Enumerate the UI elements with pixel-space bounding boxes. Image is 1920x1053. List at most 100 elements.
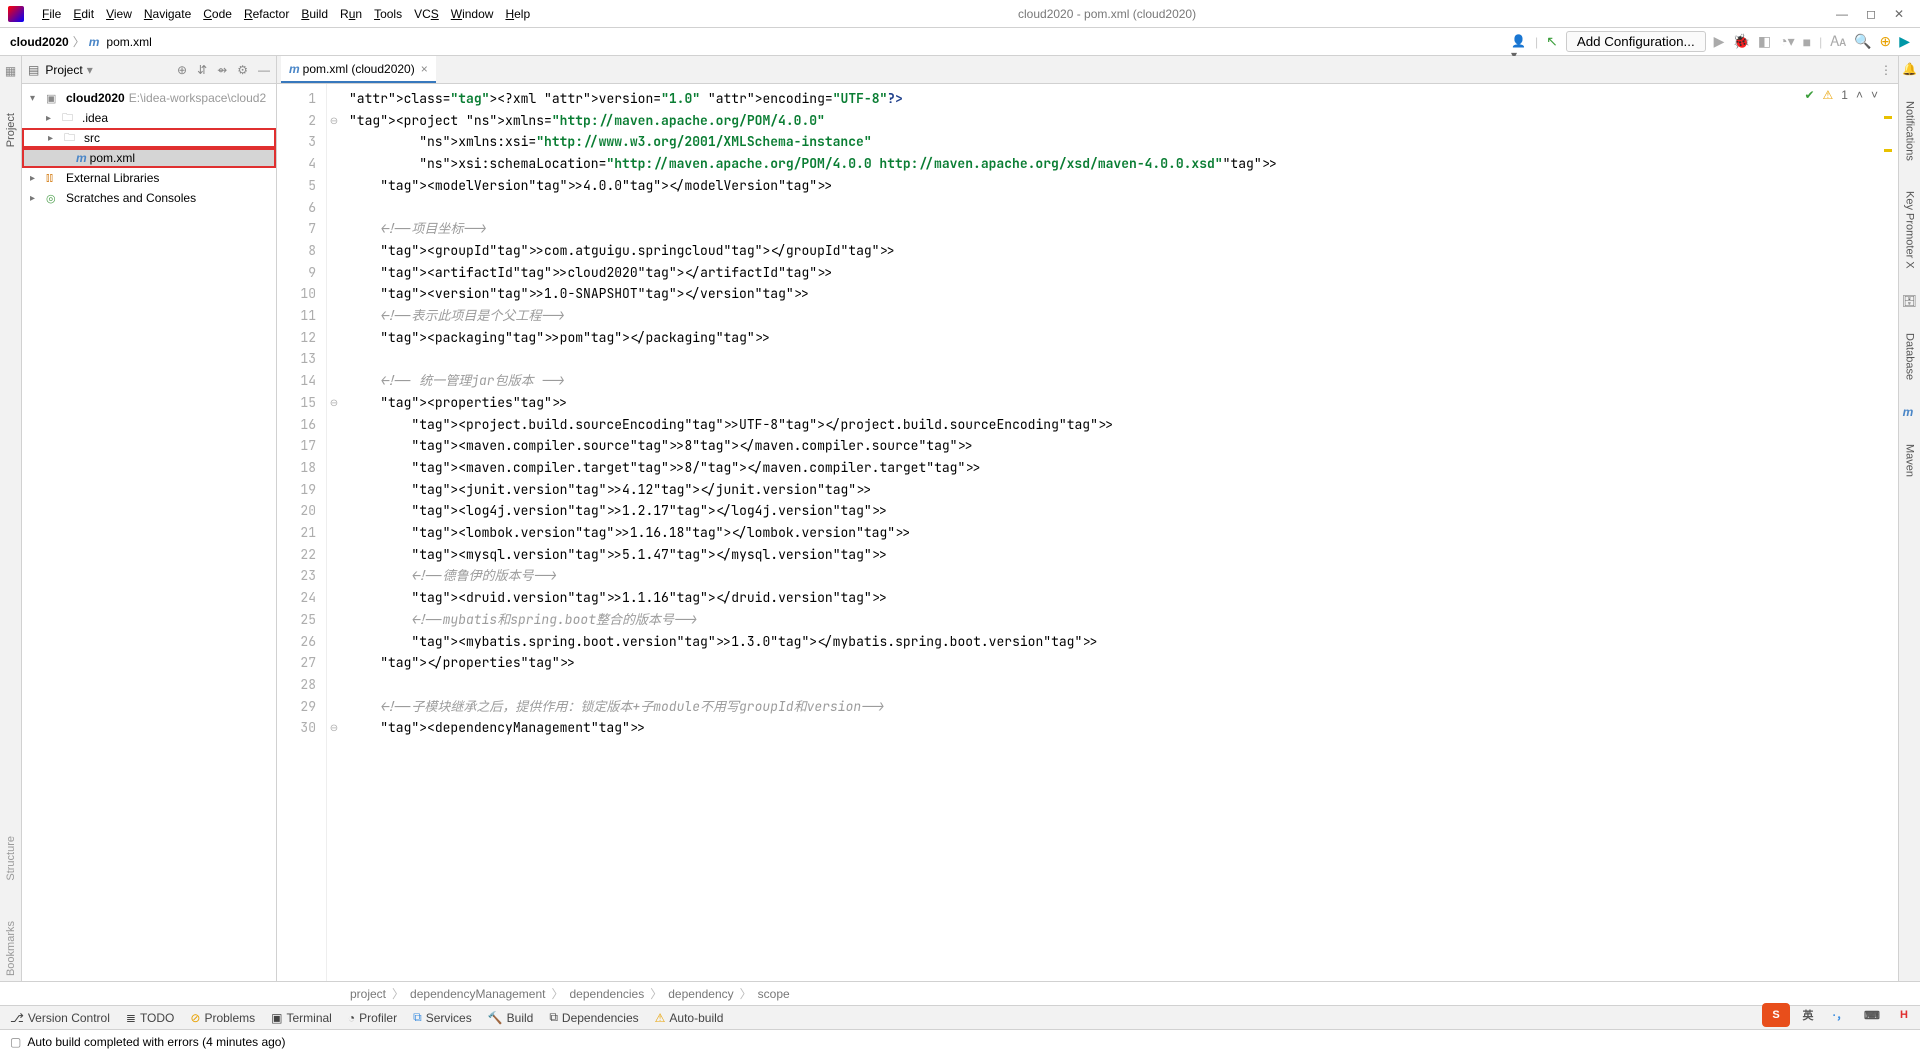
fold-gutter[interactable]: ⊖⊖⊖ — [327, 84, 341, 981]
profile-icon[interactable]: ◔▾ — [1779, 33, 1794, 50]
ime-tray: S 英 ·， ⌨ H — [1762, 1003, 1918, 1027]
tab-notifications[interactable]: Notifications — [1904, 96, 1916, 166]
tree-pom[interactable]: m pom.xml — [22, 148, 276, 168]
run-icon[interactable]: ▶ — [1714, 33, 1725, 50]
tab-keypromoter[interactable]: Key Promoter X — [1904, 186, 1916, 274]
project-title[interactable]: Project — [45, 63, 82, 77]
tab-close-icon[interactable]: × — [421, 62, 428, 76]
tool-problems[interactable]: ⊘Problems — [190, 1011, 255, 1025]
expand-all-icon[interactable]: ⇵ — [197, 63, 207, 77]
select-opened-icon[interactable]: ⊕ — [177, 63, 187, 77]
minimize-icon[interactable]: — — [1836, 7, 1848, 21]
nav-project[interactable]: project — [350, 987, 386, 1001]
nav-deps[interactable]: dependencies — [570, 987, 645, 1001]
menu-code[interactable]: Code — [197, 5, 238, 23]
menu-bar: File Edit View Navigate Code Refactor Bu… — [0, 0, 1920, 28]
tree-src-label: src — [84, 131, 100, 145]
settings-icon[interactable]: ⚙ — [237, 63, 248, 77]
project-panel: ▤ Project ▾ ⊕ ⇵ ⇴ ⚙ — ▾ ▣ cloud2020 E:\i… — [22, 56, 277, 981]
hide-icon[interactable]: — — [258, 63, 270, 77]
status-message: Auto build completed with errors (4 minu… — [27, 1035, 285, 1049]
status-bar: ▢ Auto build completed with errors (4 mi… — [0, 1029, 1920, 1053]
project-dropdown-icon[interactable]: ▾ — [87, 63, 93, 77]
tray-kbd-icon[interactable]: ⌨ — [1858, 1003, 1886, 1027]
tool-autobuild[interactable]: ⚠Auto-build — [655, 1011, 724, 1025]
tab-structure[interactable]: Structure — [5, 831, 17, 886]
tool-profiler[interactable]: ◔Profiler — [348, 1011, 397, 1025]
close-icon[interactable]: ✕ — [1894, 7, 1904, 21]
updates-icon[interactable]: ⊕ — [1879, 33, 1891, 50]
chevron-right-icon[interactable]: ▸ — [30, 193, 42, 204]
project-header: ▤ Project ▾ ⊕ ⇵ ⇴ ⚙ — — [22, 56, 276, 84]
maximize-icon[interactable]: ◻ — [1866, 7, 1876, 21]
tray-punct-icon[interactable]: ·， — [1826, 1003, 1854, 1027]
tab-maven[interactable]: Maven — [1904, 439, 1916, 482]
add-configuration-button[interactable]: Add Configuration... — [1566, 31, 1706, 52]
chevron-right-icon[interactable]: ▸ — [30, 173, 42, 184]
tree-idea[interactable]: ▸ 🗀 .idea — [22, 108, 276, 128]
project-view-icon: ▤ — [28, 63, 39, 77]
check-icon: ✔ — [1804, 88, 1814, 102]
menu-run[interactable]: Run — [334, 5, 368, 23]
chevron-right-icon[interactable]: ▸ — [48, 133, 60, 144]
menu-file[interactable]: File — [36, 5, 67, 23]
menu-refactor[interactable]: Refactor — [238, 5, 295, 23]
maven-file-icon: m — [76, 151, 87, 165]
nav-scope[interactable]: scope — [758, 987, 790, 1001]
coverage-icon[interactable]: ◧ — [1758, 33, 1771, 50]
menu-view[interactable]: View — [100, 5, 138, 23]
app-icon — [8, 6, 24, 22]
tool-terminal[interactable]: ▣Terminal — [271, 1011, 332, 1025]
tool-version-control[interactable]: ⎇Version Control — [10, 1011, 110, 1025]
tree-scratches[interactable]: ▸ ◎ Scratches and Consoles — [22, 188, 276, 208]
tree-idea-label: .idea — [82, 111, 108, 125]
tray-lang[interactable]: 英 — [1794, 1003, 1822, 1027]
user-icon[interactable]: 👤▾ — [1511, 34, 1527, 50]
search-icon[interactable]: 🔍 — [1854, 33, 1871, 50]
menu-edit[interactable]: Edit — [67, 5, 100, 23]
code-editor[interactable]: 1234567891011121314151617181920212223242… — [277, 84, 1898, 981]
code-content[interactable]: "attr">class="tag"><?xml "attr">version=… — [341, 84, 1898, 981]
ide-icon[interactable]: ▶ — [1899, 33, 1910, 50]
translate-icon[interactable]: 🗛 — [1830, 33, 1846, 50]
tool-todo[interactable]: ≣TODO — [126, 1011, 175, 1025]
maven-tool-icon[interactable]: m — [1903, 405, 1914, 419]
folder-icon: 🗀 — [62, 109, 78, 128]
editor-tab-pom[interactable]: m pom.xml (cloud2020) × — [281, 56, 436, 83]
down-icon[interactable]: ˅ — [1871, 88, 1878, 102]
editor-inspection[interactable]: ✔ ⚠ 1 ˄ ˅ — [1804, 88, 1878, 102]
tool-services[interactable]: ⧉Services — [413, 1010, 472, 1025]
tab-menu-icon[interactable]: ⋮ — [1880, 63, 1892, 77]
database-icon[interactable]: 🗄 — [1902, 294, 1917, 308]
tree-src[interactable]: ▸ 🗀 src — [22, 128, 276, 148]
tree-root[interactable]: ▾ ▣ cloud2020 E:\idea-workspace\cloud2 — [22, 88, 276, 108]
editor-area: m pom.xml (cloud2020) × ⋮ ✔ ⚠ 1 ˄ ˅ 1234… — [277, 56, 1898, 981]
menu-build[interactable]: Build — [295, 5, 334, 23]
breadcrumb-project[interactable]: cloud2020 — [10, 35, 69, 49]
stop-icon[interactable]: ■ — [1803, 34, 1811, 50]
tray-h-icon[interactable]: H — [1890, 1003, 1918, 1027]
nav-depmgmt[interactable]: dependencyManagement — [410, 987, 545, 1001]
breadcrumb-sep: 〉 — [73, 33, 85, 50]
up-icon[interactable]: ˄ — [1856, 88, 1863, 102]
left-bar-icon[interactable]: ▦ — [5, 64, 16, 78]
collapse-all-icon[interactable]: ⇴ — [217, 63, 227, 77]
status-icon[interactable]: ▢ — [10, 1035, 21, 1049]
tool-dependencies[interactable]: ⧉Dependencies — [549, 1010, 638, 1025]
build-icon[interactable]: ↖ — [1546, 33, 1558, 50]
tab-database[interactable]: Database — [1904, 328, 1916, 385]
tool-build[interactable]: 🔨Build — [488, 1011, 534, 1025]
debug-icon[interactable]: 🐞 — [1732, 33, 1749, 50]
bell-icon[interactable]: 🔔 — [1902, 62, 1917, 76]
tree-external-libraries[interactable]: ▸ ⫾⫾ External Libraries — [22, 168, 276, 188]
chevron-right-icon[interactable]: ▸ — [46, 113, 58, 124]
line-gutter: 1234567891011121314151617181920212223242… — [277, 84, 327, 981]
nav-dep[interactable]: dependency — [668, 987, 733, 1001]
menu-navigate[interactable]: Navigate — [138, 5, 197, 23]
breadcrumb-file[interactable]: pom.xml — [106, 35, 151, 49]
chevron-down-icon[interactable]: ▾ — [30, 93, 42, 104]
tray-sogou-icon[interactable]: S — [1762, 1003, 1790, 1027]
left-toolwindow-bar: ▦ Project Structure Bookmarks — [0, 56, 22, 981]
tab-project[interactable]: Project — [5, 108, 17, 152]
tab-bookmarks[interactable]: Bookmarks — [5, 916, 17, 981]
